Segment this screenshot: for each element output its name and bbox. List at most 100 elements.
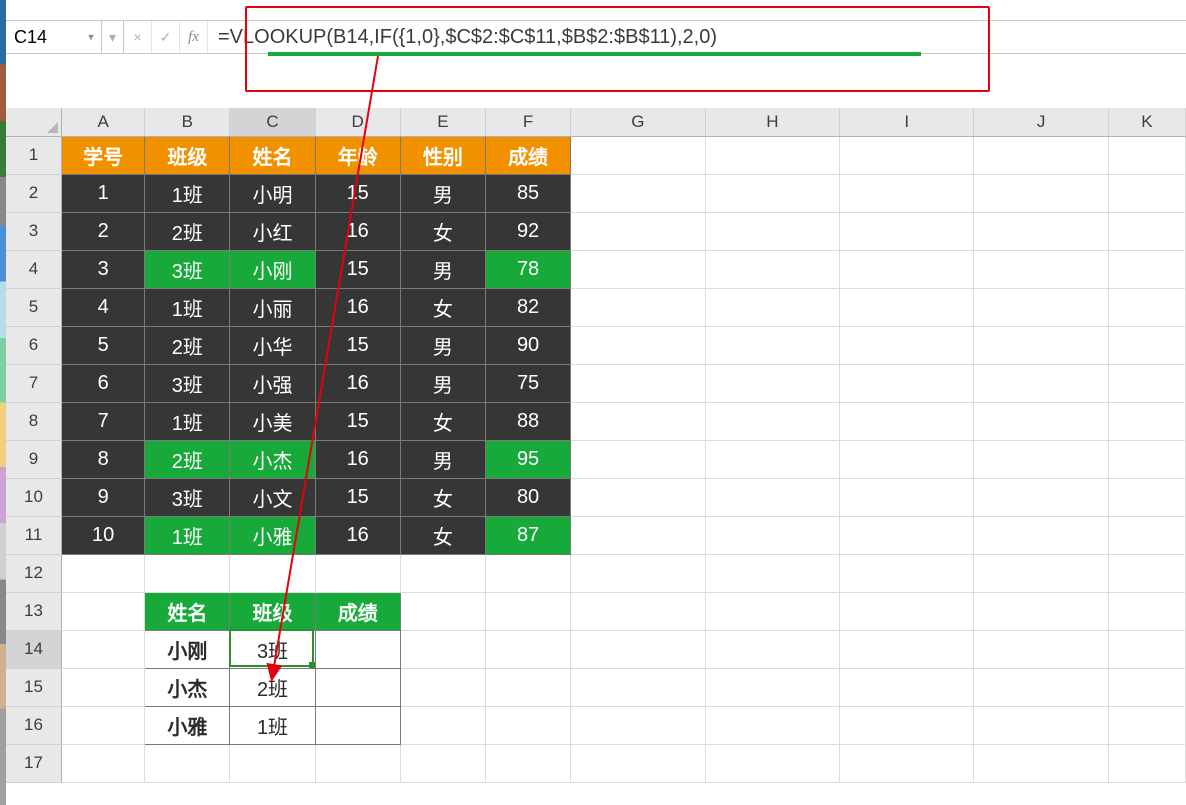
col-header-F[interactable]: F — [485, 108, 570, 136]
name-box[interactable]: C14 ▼ — [6, 21, 102, 53]
cell-G11[interactable] — [571, 516, 705, 554]
cell-K5[interactable] — [1108, 288, 1185, 326]
cell-J9[interactable] — [974, 440, 1108, 478]
cell-F3[interactable]: 92 — [485, 212, 570, 250]
select-all-corner[interactable] — [6, 108, 62, 136]
row-header-9[interactable]: 9 — [6, 440, 62, 478]
cell-H17[interactable] — [705, 744, 839, 782]
cell-K13[interactable] — [1108, 592, 1185, 630]
cell-B5[interactable]: 1班 — [145, 288, 230, 326]
cell-J12[interactable] — [974, 554, 1108, 592]
cell-J10[interactable] — [974, 478, 1108, 516]
cell-I14[interactable] — [840, 630, 974, 668]
cell-C17[interactable] — [230, 744, 315, 782]
cell-G1[interactable] — [571, 136, 705, 174]
cell-I17[interactable] — [840, 744, 974, 782]
cell-F4[interactable]: 78 — [485, 250, 570, 288]
cell-C8[interactable]: 小美 — [230, 402, 315, 440]
cell-A14[interactable] — [62, 630, 145, 668]
cell-D16[interactable] — [315, 706, 400, 744]
cell-F6[interactable]: 90 — [485, 326, 570, 364]
cell-C14[interactable]: 3班 — [230, 630, 315, 668]
cell-A2[interactable]: 1 — [62, 174, 145, 212]
row-header-5[interactable]: 5 — [6, 288, 62, 326]
cell-H5[interactable] — [705, 288, 839, 326]
cell-K11[interactable] — [1108, 516, 1185, 554]
cell-F1[interactable]: 成绩 — [485, 136, 570, 174]
cell-E6[interactable]: 男 — [400, 326, 485, 364]
cell-J2[interactable] — [974, 174, 1108, 212]
cell-D6[interactable]: 15 — [315, 326, 400, 364]
cell-B12[interactable] — [145, 554, 230, 592]
cell-H2[interactable] — [705, 174, 839, 212]
cell-H13[interactable] — [705, 592, 839, 630]
cell-G6[interactable] — [571, 326, 705, 364]
cell-G5[interactable] — [571, 288, 705, 326]
cell-F14[interactable] — [485, 630, 570, 668]
row-header-17[interactable]: 17 — [6, 744, 62, 782]
cell-H11[interactable] — [705, 516, 839, 554]
cell-C11[interactable]: 小雅 — [230, 516, 315, 554]
cell-F5[interactable]: 82 — [485, 288, 570, 326]
cell-B3[interactable]: 2班 — [145, 212, 230, 250]
cell-F8[interactable]: 88 — [485, 402, 570, 440]
cell-A7[interactable]: 6 — [62, 364, 145, 402]
formula-input[interactable]: =VLOOKUP(B14,IF({1,0},$C$2:$C$11,$B$2:$B… — [208, 21, 1186, 53]
cell-H9[interactable] — [705, 440, 839, 478]
col-header-E[interactable]: E — [400, 108, 485, 136]
cell-E15[interactable] — [400, 668, 485, 706]
cell-C2[interactable]: 小明 — [230, 174, 315, 212]
cell-A3[interactable]: 2 — [62, 212, 145, 250]
cell-F16[interactable] — [485, 706, 570, 744]
row-header-2[interactable]: 2 — [6, 174, 62, 212]
cell-B10[interactable]: 3班 — [145, 478, 230, 516]
cell-G9[interactable] — [571, 440, 705, 478]
cell-A1[interactable]: 学号 — [62, 136, 145, 174]
insert-function-button[interactable]: fx — [180, 21, 208, 53]
cell-H10[interactable] — [705, 478, 839, 516]
cell-E1[interactable]: 性别 — [400, 136, 485, 174]
cell-D3[interactable]: 16 — [315, 212, 400, 250]
cell-G2[interactable] — [571, 174, 705, 212]
cell-D13[interactable]: 成绩 — [315, 592, 400, 630]
cancel-formula-button[interactable]: × — [124, 21, 152, 53]
cell-F12[interactable] — [485, 554, 570, 592]
cell-C10[interactable]: 小文 — [230, 478, 315, 516]
cell-E10[interactable]: 女 — [400, 478, 485, 516]
cell-I13[interactable] — [840, 592, 974, 630]
row-header-16[interactable]: 16 — [6, 706, 62, 744]
cell-I10[interactable] — [840, 478, 974, 516]
cell-E7[interactable]: 男 — [400, 364, 485, 402]
cell-D1[interactable]: 年龄 — [315, 136, 400, 174]
col-header-B[interactable]: B — [145, 108, 230, 136]
cell-C1[interactable]: 姓名 — [230, 136, 315, 174]
cell-G4[interactable] — [571, 250, 705, 288]
cell-J1[interactable] — [974, 136, 1108, 174]
cell-A12[interactable] — [62, 554, 145, 592]
cell-G3[interactable] — [571, 212, 705, 250]
cell-B6[interactable]: 2班 — [145, 326, 230, 364]
cell-I4[interactable] — [840, 250, 974, 288]
cell-K12[interactable] — [1108, 554, 1185, 592]
cell-F10[interactable]: 80 — [485, 478, 570, 516]
row-header-4[interactable]: 4 — [6, 250, 62, 288]
cell-J3[interactable] — [974, 212, 1108, 250]
cell-K15[interactable] — [1108, 668, 1185, 706]
cell-I15[interactable] — [840, 668, 974, 706]
cell-C5[interactable]: 小丽 — [230, 288, 315, 326]
cell-G7[interactable] — [571, 364, 705, 402]
cell-D11[interactable]: 16 — [315, 516, 400, 554]
col-header-I[interactable]: I — [840, 108, 974, 136]
col-header-C[interactable]: C — [230, 108, 315, 136]
cell-A13[interactable] — [62, 592, 145, 630]
cell-E5[interactable]: 女 — [400, 288, 485, 326]
row-header-1[interactable]: 1 — [6, 136, 62, 174]
cell-K1[interactable] — [1108, 136, 1185, 174]
col-header-A[interactable]: A — [62, 108, 145, 136]
row-header-15[interactable]: 15 — [6, 668, 62, 706]
col-header-J[interactable]: J — [974, 108, 1108, 136]
cell-K6[interactable] — [1108, 326, 1185, 364]
cell-A17[interactable] — [62, 744, 145, 782]
cell-J7[interactable] — [974, 364, 1108, 402]
cell-D12[interactable] — [315, 554, 400, 592]
